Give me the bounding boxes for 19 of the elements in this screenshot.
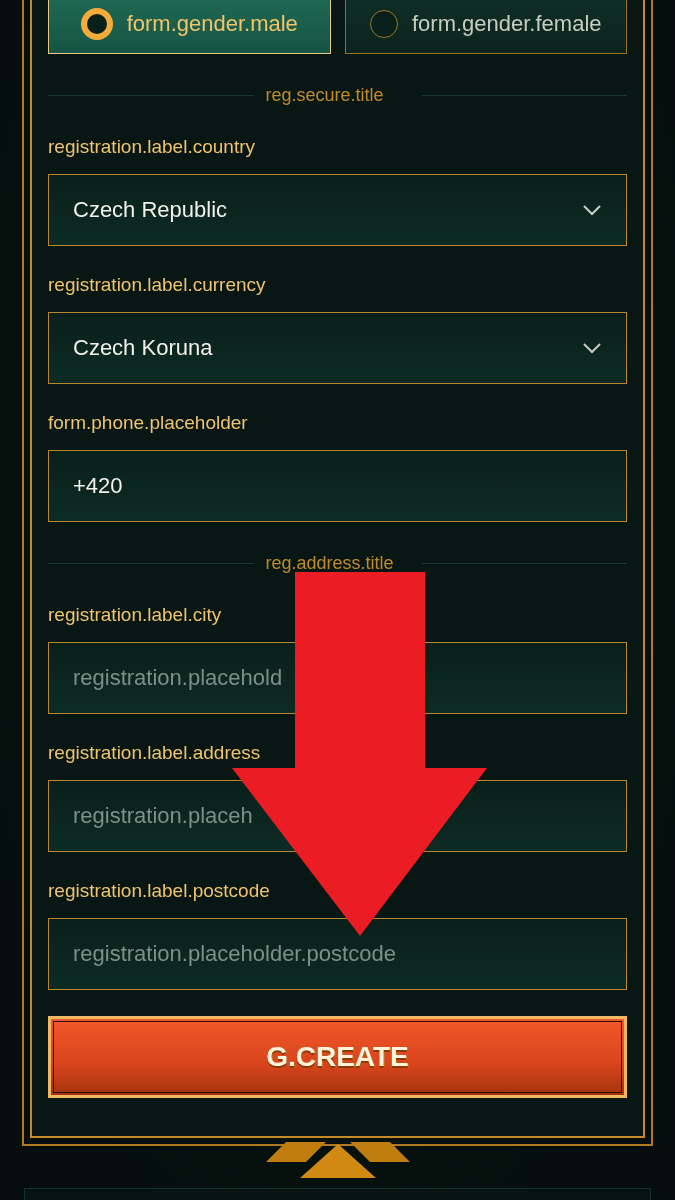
radio-icon — [369, 10, 398, 38]
field-label: registration.label.country — [48, 136, 256, 158]
chevron-down-icon — [582, 204, 602, 216]
input-field[interactable]: +420 — [48, 450, 627, 522]
input-field[interactable]: registration.placeholder.postcode — [48, 918, 627, 990]
gender-radio[interactable]: form.gender.female — [344, 0, 627, 54]
chevron-down-icon — [582, 342, 602, 354]
select-field[interactable]: Czech Republic — [48, 174, 627, 246]
field-label: registration.label.currency — [48, 274, 267, 296]
gender-radio[interactable]: form.gender.male — [48, 0, 331, 54]
select-field[interactable]: Czech Koruna — [48, 312, 627, 384]
section-title: reg.secure.title — [265, 84, 385, 106]
create-button[interactable]: G.CREATE — [48, 1016, 627, 1098]
field-label: registration.label.address — [48, 742, 262, 764]
field-label: registration.label.postcode — [48, 880, 271, 902]
field-label: form.phone.placeholder — [48, 412, 249, 434]
section-title: reg.address.title — [265, 552, 395, 574]
field-label: registration.label.city — [48, 604, 223, 626]
radio-icon — [80, 8, 113, 40]
